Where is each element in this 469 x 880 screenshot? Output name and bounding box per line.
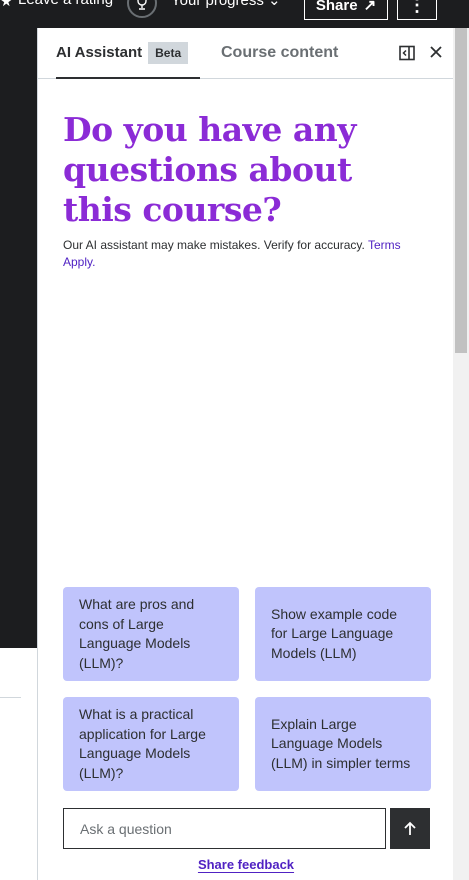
- share-button[interactable]: Share ↗: [304, 0, 388, 20]
- suggestion-simpler-terms[interactable]: Explain Large Language Models (LLM) in s…: [255, 697, 431, 791]
- share-label: Share: [315, 0, 358, 14]
- chevron-down-icon: ⌄: [268, 0, 281, 9]
- suggestion-practical-application[interactable]: What is a practical application for Larg…: [63, 697, 239, 791]
- send-button[interactable]: [390, 808, 430, 849]
- ask-question-input[interactable]: [63, 808, 386, 849]
- your-progress-label: Your progress: [171, 0, 264, 9]
- star-icon: ★: [0, 0, 13, 9]
- more-vertical-icon: ⋮: [408, 0, 426, 15]
- share-feedback-link[interactable]: Share feedback: [198, 857, 294, 872]
- suggestion-example-code[interactable]: Show example code for Large Language Mod…: [255, 587, 431, 681]
- beta-badge: Beta: [148, 41, 189, 64]
- suggestion-label: Explain Large Language Models (LLM) in s…: [271, 715, 411, 771]
- tab-course-content[interactable]: Course content: [221, 28, 338, 77]
- your-progress-button[interactable]: Your progress ⌄: [171, 0, 281, 9]
- trophy-icon[interactable]: [127, 0, 157, 18]
- share-arrow-icon: ↗: [363, 0, 377, 14]
- suggestion-label: What are pros and cons of Large Language…: [79, 596, 195, 671]
- disclaimer-text: Our AI assistant may make mistakes. Veri…: [63, 237, 408, 271]
- tab-ai-assistant[interactable]: AI Assistant Beta: [56, 28, 200, 79]
- ai-assistant-panel: AI Assistant Beta Course content Do you …: [37, 28, 454, 880]
- top-header-bar: ★ Leave a rating Your progress ⌄ Share ↗…: [0, 0, 469, 28]
- suggestion-label: What is a practical application for Larg…: [79, 706, 206, 781]
- leave-rating-button[interactable]: ★ Leave a rating: [0, 0, 113, 9]
- page-title: Do you have any questions about this cou…: [63, 110, 356, 229]
- panel-tabs: AI Assistant Beta Course content: [38, 28, 454, 79]
- tab-ai-assistant-label: AI Assistant: [56, 44, 143, 61]
- share-feedback-container: Share feedback: [38, 857, 454, 872]
- more-options-button[interactable]: ⋮: [397, 0, 437, 20]
- arrow-up-icon: [404, 821, 416, 835]
- leave-rating-label: Leave a rating: [18, 0, 113, 8]
- tab-course-content-label: Course content: [221, 43, 339, 61]
- dock-panel-icon[interactable]: [399, 45, 415, 61]
- scrollbar-thumb[interactable]: [455, 28, 467, 353]
- disclaimer-label: Our AI assistant may make mistakes. Veri…: [63, 238, 368, 252]
- divider: [0, 697, 21, 698]
- suggestion-pros-cons[interactable]: What are pros and cons of Large Language…: [63, 587, 239, 681]
- suggestion-label: Show example code for Large Language Mod…: [271, 605, 398, 661]
- video-player-area: [0, 28, 37, 648]
- close-icon[interactable]: [428, 44, 444, 60]
